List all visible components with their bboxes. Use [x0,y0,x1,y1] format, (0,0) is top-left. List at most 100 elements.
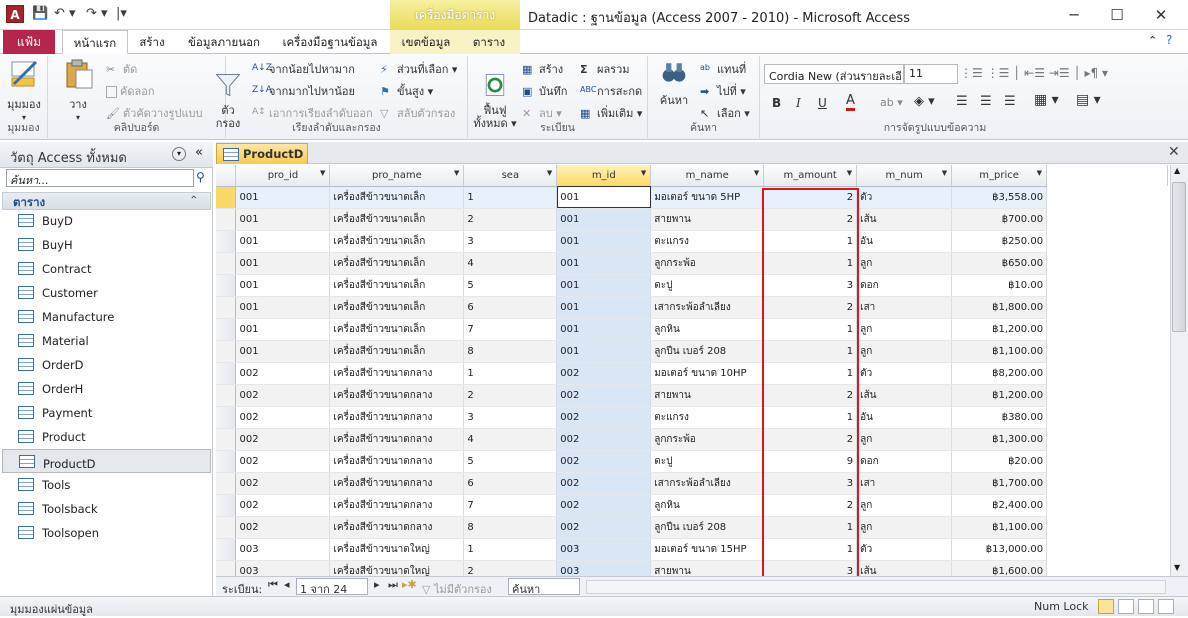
nav-search-input[interactable]: ค้นหา... [6,169,194,187]
minimize-button[interactable]: ─ [1056,4,1092,26]
new-record-button[interactable]: ▦ สร้าง [522,60,563,78]
column-dropdown-icon[interactable]: ▼ [942,169,947,177]
cell-pro-name[interactable]: เครื่องสีข้าวขนาดเล็ก [329,318,465,341]
cell-m-price[interactable]: ฿8,200.00 [951,362,1048,385]
cell-sea[interactable]: 1 [463,186,558,209]
pivot-table-view-icon[interactable] [1118,599,1134,614]
cell-m-amount[interactable]: 2 [763,428,858,451]
cell-m-price[interactable]: ฿2,400.00 [951,494,1048,517]
nav-table-tools[interactable]: Tools [2,473,211,497]
cell-m-amount[interactable]: 2 [763,186,858,209]
align-left-icon[interactable]: ☰ [956,94,968,109]
table-row[interactable]: 001 เครื่องสีข้าวขนาดเล็ก 2 001 สายพาน 2 เส้น฿… [216,208,1168,231]
view-button[interactable]: มุมมอง ▾ [4,58,44,122]
table-row[interactable]: 001 เครื่องสีข้าวขนาดเล็ก 3 001 ตะแกรง 1 อัน ฿2… [216,230,1168,253]
copy-button[interactable]: คัดลอก [106,82,155,100]
cell-m-name[interactable]: สายพาน [650,384,765,407]
tab-home[interactable]: หน้าแรก [62,30,128,54]
record-selector[interactable] [216,208,237,231]
font-size-select[interactable]: 11 [904,64,958,84]
cell-m-amount[interactable]: 1 [763,538,858,561]
search-icon[interactable]: ⚲ [196,170,205,184]
cell-m-name[interactable]: ตะแกรง [650,406,765,429]
cell-m-amount[interactable]: 9 [763,450,858,473]
cell-pro-id[interactable]: 002 [235,406,331,429]
record-selector[interactable] [216,560,237,576]
cell-m-price[interactable]: ฿1,100.00 [951,516,1048,539]
close-document-icon[interactable]: ✕ [1168,144,1180,160]
nav-table-buyh[interactable]: BuyH [2,233,211,257]
cell-pro-name[interactable]: เครื่องสีข้าวขนาดกลาง [329,494,465,517]
cell-pro-name[interactable]: เครื่องสีข้าวขนาดใหญ่ [329,560,465,576]
cell-m-num[interactable]: ลูก [856,318,953,341]
record-selector[interactable] [216,362,237,385]
undo-icon[interactable]: ↶ ▾ [54,6,76,22]
cell-pro-name[interactable]: เครื่องสีข้าวขนาดกลาง [329,384,465,407]
cell-pro-id[interactable]: 001 [235,230,331,253]
find-button[interactable]: ค้นหา [654,58,694,109]
record-selector[interactable] [216,384,237,407]
cell-m-price[interactable]: ฿1,300.00 [951,428,1048,451]
cell-sea[interactable]: 4 [463,252,558,275]
cell-m-price[interactable]: ฿1,200.00 [951,318,1048,341]
cell-pro-name[interactable]: เครื่องสีข้าวขนาดเล็ก [329,252,465,275]
table-row[interactable]: 001 เครื่องสีข้าวขนาดเล็ก 4 001 ลูกกระพ้อ 1 ลู… [216,252,1168,275]
cell-pro-id[interactable]: 003 [235,560,331,576]
record-selector[interactable] [216,472,237,495]
record-selector[interactable] [216,406,237,429]
font-color-icon[interactable]: A [846,94,855,111]
table-row[interactable]: 001 เครื่องสีข้าวขนาดเล็ก 8 001 ลูกปืน เบอร์… [216,340,1168,363]
cell-sea[interactable]: 8 [463,516,558,539]
cell-pro-name[interactable]: เครื่องสีข้าวขนาดเล็ก [329,274,465,297]
cell-m-price[interactable]: ฿1,200.00 [951,384,1048,407]
save-record-button[interactable]: ▣ บันทึก [522,82,567,100]
cell-m-num[interactable]: ดอก [856,274,953,297]
cell-m-id[interactable]: 002 [556,406,652,429]
cell-m-price[interactable]: ฿1,800.00 [951,296,1048,319]
cell-pro-id[interactable]: 002 [235,450,331,473]
cell-m-num[interactable]: เสา [856,296,953,319]
scroll-up-icon[interactable]: ▲ [1174,166,1180,175]
nav-table-manufacture[interactable]: Manufacture [2,305,211,329]
cell-m-num[interactable]: ลูก [856,252,953,275]
cell-pro-id[interactable]: 001 [235,296,331,319]
cell-m-price[interactable]: ฿20.00 [951,450,1048,473]
close-button[interactable]: ✕ [1143,4,1179,26]
nav-table-material[interactable]: Material [2,329,211,353]
tab-database-tools[interactable]: เครื่องมือฐานข้อมูล [276,30,384,54]
cell-m-id[interactable]: 001 [556,318,652,341]
cell-m-name[interactable]: ลูกปืน เบอร์ 208 [650,516,765,539]
cell-m-price[interactable]: ฿250.00 [951,230,1048,253]
cell-m-name[interactable]: ลูกหิน [650,318,765,341]
selection-filter-button[interactable]: ⚡ ส่วนที่เลือก ▾ [380,60,457,78]
cell-m-amount[interactable]: 3 [763,274,858,297]
cell-pro-id[interactable]: 002 [235,384,331,407]
table-row[interactable]: 002 เครื่องสีข้าวขนาดกลาง 6 002 เสากระพ้อลำเ… [216,472,1168,495]
cell-m-name[interactable]: สายพาน [650,560,765,576]
cell-pro-name[interactable]: เครื่องสีข้าวขนาดกลาง [329,472,465,495]
cell-m-id[interactable]: 001 [556,252,652,275]
cell-sea[interactable]: 3 [463,406,558,429]
cell-m-num[interactable]: ลูก [856,516,953,539]
cell-m-name[interactable]: ตะปู [650,274,765,297]
cell-m-name[interactable]: เสากระพ้อลำเลียง [650,296,765,319]
design-view-icon[interactable] [1158,599,1174,614]
maximize-button[interactable]: ☐ [1099,4,1135,26]
cell-m-name[interactable]: ตะแกรง [650,230,765,253]
access-app-icon[interactable]: A [6,5,24,23]
cell-m-num[interactable]: ลูก [856,340,953,363]
cell-m-id[interactable]: 001 [556,186,652,209]
cell-m-id[interactable]: 002 [556,428,652,451]
cell-pro-id[interactable]: 001 [235,252,331,275]
cell-m-amount[interactable]: 1 [763,230,858,253]
cell-m-id[interactable]: 002 [556,384,652,407]
cell-m-price[interactable]: ฿1,100.00 [951,340,1048,363]
cell-pro-name[interactable]: เครื่องสีข้าวขนาดเล็ก [329,186,465,209]
tab-file[interactable]: แฟ้ม [3,30,55,54]
cell-m-amount[interactable]: 3 [763,560,858,576]
cell-m-name[interactable]: ลูกกระพ้อ [650,428,765,451]
cell-m-id[interactable]: 002 [556,472,652,495]
save-icon[interactable]: 💾 [32,6,48,22]
redo-icon[interactable]: ↷ ▾ [86,6,108,22]
cell-m-num[interactable]: เส้น [856,560,953,576]
